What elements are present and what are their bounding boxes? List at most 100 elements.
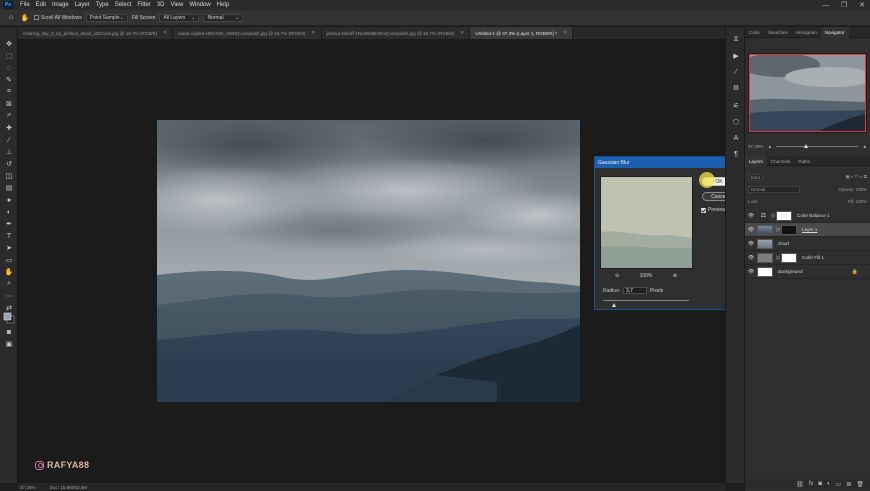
hand-tool-icon[interactable]: ✋ <box>3 267 15 277</box>
blur-preview[interactable] <box>600 176 693 269</box>
sample-layers-select[interactable]: All Layers ⌄ <box>159 13 200 22</box>
tab-color[interactable]: Color <box>745 27 764 38</box>
adjustments-icon[interactable]: ⚙ <box>731 83 741 93</box>
status-zoom[interactable]: 37,26% <box>20 485 36 490</box>
minimize-button[interactable]: — <box>818 0 834 10</box>
blur-tool-icon[interactable]: ● <box>3 195 15 205</box>
preview-toggle[interactable]: Preview <box>701 207 726 213</box>
dialog-title-bar[interactable]: Gaussian Blur ✕ <box>595 157 740 168</box>
opacity-field[interactable]: Opacity: 100% <box>838 187 867 192</box>
radius-slider-thumb[interactable] <box>612 303 616 307</box>
new-group-icon[interactable]: ▭ <box>836 481 842 488</box>
gradient-tool-icon[interactable]: ▤ <box>3 183 15 193</box>
fill-screen-button[interactable]: Fill Screen <box>132 15 156 21</box>
navigator-zoom-slider[interactable] <box>776 144 859 148</box>
menu-select[interactable]: Select <box>112 2 135 8</box>
eraser-tool-icon[interactable]: ◫ <box>3 171 15 181</box>
menu-filter[interactable]: Filter <box>134 2 153 8</box>
navigator-zoom-knob[interactable] <box>804 144 809 148</box>
zoom-in-mountain-icon[interactable]: ▲ <box>862 144 867 149</box>
move-tool-icon[interactable]: ✥ <box>3 39 15 49</box>
scroll-all-windows-toggle[interactable]: Scroll All Windows <box>34 15 82 21</box>
mode-select[interactable]: Normal ⌄ <box>203 13 244 22</box>
menu-file[interactable]: File <box>17 2 33 8</box>
menu-type[interactable]: Type <box>93 2 112 8</box>
visibility-eye-icon[interactable]: 👁 <box>745 241 757 247</box>
visibility-eye-icon[interactable]: 👁 <box>745 213 757 219</box>
actions-panel-icon[interactable]: ▶ <box>731 51 741 61</box>
close-icon[interactable]: ✕ <box>563 30 567 36</box>
history-panel-icon[interactable]: ⧖ <box>731 35 741 45</box>
zoom-in-icon[interactable]: ⊕ <box>673 273 677 279</box>
layer-thumbnail[interactable] <box>757 238 773 249</box>
navigator-thumbnail[interactable] <box>748 53 867 133</box>
clone-stamp-icon[interactable]: ⊥ <box>3 147 15 157</box>
layer-row[interactable]: 👁 ⚖ ⛓ Color Balance 1 <box>745 209 870 223</box>
layer-mask-thumbnail[interactable] <box>781 252 797 263</box>
fx-icon[interactable]: fx <box>809 481 814 487</box>
menu-edit[interactable]: Edit <box>33 2 49 8</box>
color-swatches-icon[interactable] <box>3 312 15 324</box>
crop-tool-icon[interactable]: ⌗ <box>3 87 15 97</box>
type-tool-icon[interactable]: T <box>3 231 15 241</box>
frame-tool-icon[interactable]: ⊠ <box>3 99 15 109</box>
tab-swatches[interactable]: Swatches <box>764 27 792 38</box>
paragraph-panel-icon[interactable]: ¶ <box>731 149 741 159</box>
filter-icons[interactable]: ▣ ◐ T ▭ ⧉ <box>846 174 868 180</box>
layer-thumbnail[interactable] <box>757 252 773 263</box>
layer-kind-select[interactable]: Kind <box>748 173 763 181</box>
close-icon[interactable]: ✕ <box>163 30 167 36</box>
preview-checkbox[interactable] <box>701 207 706 213</box>
menu-view[interactable]: View <box>167 2 186 8</box>
character-panel-icon[interactable]: A <box>731 133 741 143</box>
document-canvas-image[interactable] <box>157 120 580 402</box>
visibility-eye-icon[interactable]: 👁 <box>745 255 757 261</box>
eyedropper-tool-icon[interactable]: ⌿ <box>3 111 15 121</box>
marquee-tool-icon[interactable]: ⬚ <box>3 51 15 61</box>
home-icon[interactable]: ⌂ <box>6 13 16 23</box>
healing-brush-icon[interactable]: ✚ <box>3 123 15 133</box>
sample-size-select[interactable]: Point Sample ⌄ <box>85 13 128 22</box>
tab-layers[interactable]: Layers <box>745 156 767 167</box>
layer-thumbnail[interactable] <box>757 224 773 235</box>
pen-tool-icon[interactable]: ✒ <box>3 219 15 229</box>
menu-window[interactable]: Window <box>186 2 213 8</box>
history-brush-icon[interactable]: ↺ <box>3 159 15 169</box>
properties-icon[interactable]: ⚟ <box>731 101 741 111</box>
visibility-eye-icon[interactable]: 👁 <box>745 227 757 233</box>
layer-row[interactable]: 👁 ⛓ Color Fill 1 <box>745 251 870 265</box>
layer-row-selected[interactable]: 👁 ⛓ Layer 1 <box>745 223 870 237</box>
hand-tool-icon[interactable]: ✋ <box>20 13 30 23</box>
tab-histogram[interactable]: Histogram <box>792 27 821 38</box>
scroll-all-checkbox[interactable] <box>34 15 39 20</box>
radius-input[interactable]: 3,7 <box>622 287 647 294</box>
visibility-eye-icon[interactable]: 👁 <box>745 269 757 275</box>
layer-mask-thumbnail[interactable] <box>776 210 792 221</box>
quick-mask-icon[interactable]: ◙ <box>3 327 15 337</box>
tab-channels[interactable]: Channels <box>767 156 794 167</box>
menu-3d[interactable]: 3D <box>154 2 168 8</box>
zoom-tool-icon[interactable]: ⌕ <box>3 279 15 289</box>
maximize-button[interactable]: ❐ <box>836 0 852 10</box>
menu-image[interactable]: Image <box>49 2 72 8</box>
quick-select-tool-icon[interactable]: ✎ <box>3 75 15 85</box>
close-window-button[interactable]: ✕ <box>854 0 870 10</box>
layer-row[interactable]: 👁 Background 🔒 <box>745 265 870 279</box>
close-icon[interactable]: ✕ <box>311 30 315 36</box>
shape-tool-icon[interactable]: ▭ <box>3 255 15 265</box>
new-layer-icon[interactable]: ⊞ <box>846 481 851 488</box>
layer-mask-thumbnail[interactable] <box>781 224 797 235</box>
link-layers-icon[interactable]: ⛓ <box>796 481 804 488</box>
zoom-out-mountain-icon[interactable]: ▲ <box>768 144 773 149</box>
libraries-icon[interactable]: ⬡ <box>731 117 741 127</box>
path-select-tool-icon[interactable]: ➤ <box>3 243 15 253</box>
navigator-view-frame[interactable] <box>749 54 866 132</box>
navigator-zoom-value[interactable]: 37,26% <box>748 144 764 149</box>
tab-paths[interactable]: Paths <box>794 156 814 167</box>
zoom-out-icon[interactable]: ⊖ <box>615 273 619 279</box>
tab-navigator[interactable]: Navigator <box>820 27 849 38</box>
doc-tab[interactable]: clearing_sky_3_by_jerlinus_stock_d22cuxk… <box>18 27 174 39</box>
screen-mode-icon[interactable]: ▣ <box>3 339 15 349</box>
doc-tab[interactable]: joshua-sukoff-1NoW8dBoOoQ-unsplash.jpg @… <box>321 27 471 39</box>
brush-tool-icon[interactable]: ⁄ <box>3 135 15 145</box>
